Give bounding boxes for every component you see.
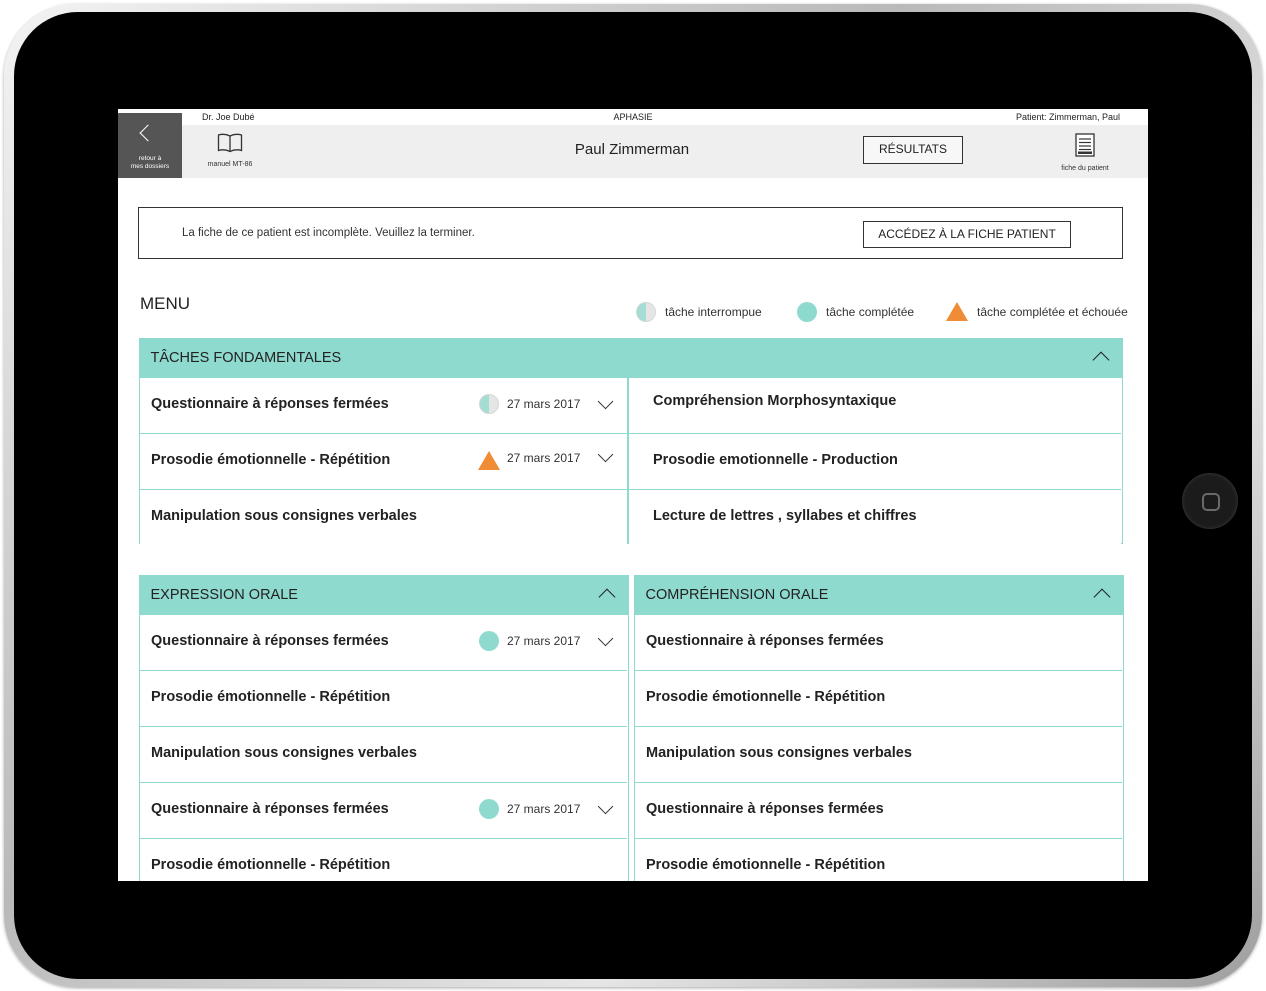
- patient-file-label: fiche du patient: [1061, 165, 1109, 172]
- task-name: Prosodie émotionnelle - Répétition: [151, 857, 391, 873]
- task-row[interactable]: Questionnaire à réponses fermées: [635, 615, 1122, 671]
- section-expression-title: EXPRESSION ORALE: [150, 587, 298, 603]
- legend-failed-label: tâche complétée et échouée: [977, 304, 1128, 319]
- legend-interrupted: tâche interrompue: [636, 302, 762, 322]
- task-name: Questionnaire à réponses fermées: [646, 633, 884, 649]
- app-screen: Dr. Joe Dubé APHASIE Patient: Zimmerman,…: [118, 109, 1148, 881]
- filled-circle-icon: [797, 302, 817, 322]
- home-button[interactable]: [1182, 473, 1238, 529]
- task-name: Lecture de lettres , syllabes et chiffre…: [653, 508, 917, 524]
- task-row[interactable]: Prosodie émotionnelle - Répétition 27 ma…: [140, 434, 628, 490]
- patient-name-title: Paul Zimmerman: [574, 141, 690, 158]
- incomplete-file-alert: La fiche de ce patient est incomplète. V…: [138, 207, 1123, 259]
- task-row[interactable]: Questionnaire à réponses fermées: [635, 783, 1122, 839]
- back-button[interactable]: retour à mes dossiers: [118, 113, 182, 178]
- task-row[interactable]: Prosodie émotionnelle - Répétition: [635, 839, 1122, 881]
- task-name: Questionnaire à réponses fermées: [151, 633, 389, 649]
- section-comprehension-orale: COMPRÉHENSION ORALE Questionnaire à répo…: [633, 575, 1124, 881]
- chevron-down-icon[interactable]: [597, 798, 614, 815]
- chevron-down-icon[interactable]: [597, 630, 614, 647]
- task-name: Manipulation sous consignes verbales: [151, 508, 417, 524]
- task-row[interactable]: Lecture de lettres , syllabes et chiffre…: [629, 490, 1121, 546]
- section-fondamentales: TÂCHES FONDAMENTALES Questionnaire à rép…: [138, 338, 1123, 546]
- section-fondamentales-header[interactable]: TÂCHES FONDAMENTALES: [138, 338, 1123, 378]
- back-label-line-1: retour à: [138, 155, 162, 162]
- task-row[interactable]: Prosodie émotionnelle - Répétition: [140, 671, 627, 727]
- task-name: Prosodie emotionnelle - Production: [653, 452, 898, 468]
- task-name: Prosodie émotionnelle - Répétition: [646, 689, 886, 705]
- task-name: Manipulation sous consignes verbales: [151, 745, 417, 761]
- warning-triangle-icon: [946, 302, 968, 321]
- chevron-down-icon[interactable]: [597, 446, 614, 463]
- task-date: 27 mars 2017: [507, 802, 581, 816]
- task-row[interactable]: Manipulation sous consignes verbales: [140, 490, 628, 546]
- half-circle-icon: [636, 302, 656, 322]
- task-row[interactable]: Questionnaire à réponses fermées 27 mars…: [140, 378, 628, 434]
- task-row[interactable]: Prosodie émotionnelle - Répétition: [635, 671, 1122, 727]
- patient-file-button[interactable]: fiche du patient: [1056, 133, 1114, 172]
- task-row[interactable]: Manipulation sous consignes verbales: [635, 727, 1122, 783]
- task-name: Compréhension Morphosyntaxique: [653, 393, 897, 409]
- filled-circle-icon: [479, 799, 499, 819]
- back-label: retour à mes dossiers: [118, 155, 182, 171]
- task-name: Prosodie émotionnelle - Répétition: [151, 689, 391, 705]
- task-row[interactable]: Prosodie emotionnelle - Production: [629, 434, 1121, 490]
- task-row[interactable]: Questionnaire à réponses fermées 27 mars…: [140, 783, 627, 839]
- manual-button[interactable]: manuel MT-86: [202, 133, 258, 168]
- alert-message: La fiche de ce patient est incomplète. V…: [182, 227, 475, 239]
- task-row[interactable]: Compréhension Morphosyntaxique: [629, 378, 1121, 434]
- menu-title: MENU: [140, 294, 191, 313]
- document-icon: [1075, 133, 1095, 157]
- results-button[interactable]: RÉSULTATS: [863, 136, 963, 164]
- warning-triangle-icon: [478, 451, 500, 470]
- section-fondamentales-title: TÂCHES FONDAMENTALES: [150, 350, 342, 366]
- task-row[interactable]: Manipulation sous consignes verbales: [140, 727, 627, 783]
- filled-circle-icon: [479, 631, 499, 651]
- doctor-name: Dr. Joe Dubé: [202, 112, 255, 122]
- chevron-left-icon: [139, 124, 157, 142]
- task-row[interactable]: Questionnaire à réponses fermées 27 mars…: [140, 615, 627, 671]
- section-expression-orale: EXPRESSION ORALE Questionnaire à réponse…: [138, 575, 629, 881]
- section-expression-header[interactable]: EXPRESSION ORALE: [138, 575, 629, 615]
- task-name: Questionnaire à réponses fermées: [151, 396, 389, 412]
- task-name: Prosodie émotionnelle - Répétition: [646, 857, 886, 873]
- task-name: Questionnaire à réponses fermées: [151, 801, 389, 817]
- chevron-down-icon[interactable]: [597, 393, 614, 410]
- legend-failed: tâche complétée et échouée: [946, 302, 1128, 321]
- legend-completed: tâche complétée: [797, 302, 914, 322]
- back-label-line-2: mes dossiers: [130, 163, 170, 170]
- chevron-up-icon[interactable]: [1093, 588, 1110, 606]
- section-comprehension-header[interactable]: COMPRÉHENSION ORALE: [633, 575, 1124, 615]
- manual-label: manuel MT-86: [207, 161, 253, 168]
- half-circle-icon: [479, 394, 499, 414]
- task-date: 27 mars 2017: [507, 397, 581, 411]
- task-date: 27 mars 2017: [507, 451, 581, 465]
- chevron-up-icon[interactable]: [1092, 351, 1109, 369]
- patient-tag: Patient: Zimmerman, Paul: [1015, 112, 1120, 122]
- chevron-up-icon[interactable]: [598, 588, 615, 606]
- home-square-icon: [1202, 493, 1220, 511]
- header: Dr. Joe Dubé APHASIE Patient: Zimmerman,…: [118, 109, 1148, 178]
- program-name: APHASIE: [613, 112, 653, 122]
- section-comprehension-title: COMPRÉHENSION ORALE: [645, 587, 829, 603]
- task-name: Manipulation sous consignes verbales: [646, 745, 912, 761]
- book-icon: [217, 133, 243, 153]
- task-date: 27 mars 2017: [507, 634, 581, 648]
- task-name: Questionnaire à réponses fermées: [646, 801, 884, 817]
- legend-interrupted-label: tâche interrompue: [665, 305, 762, 319]
- task-name: Prosodie émotionnelle - Répétition: [151, 452, 391, 468]
- legend-completed-label: tâche complétée: [826, 305, 915, 319]
- task-row[interactable]: Prosodie émotionnelle - Répétition: [140, 839, 627, 881]
- open-patient-file-button[interactable]: ACCÉDEZ À LA FICHE PATIENT: [863, 221, 1071, 248]
